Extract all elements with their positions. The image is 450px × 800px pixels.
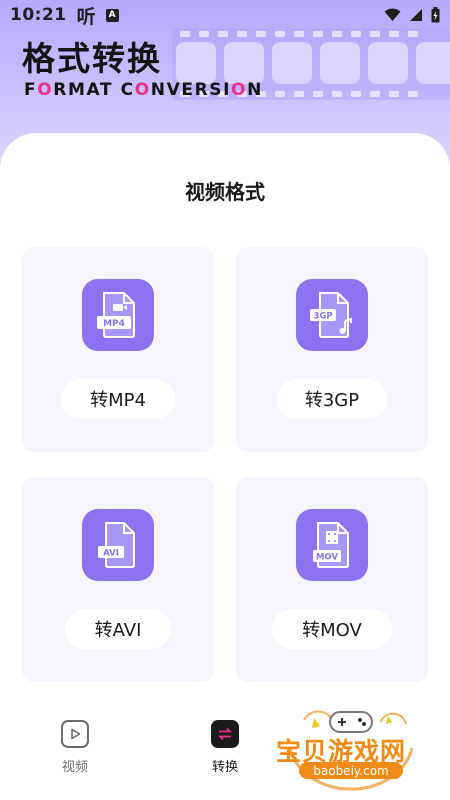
wifi-icon [384, 8, 401, 21]
film-holes-top [180, 31, 418, 37]
format-card-mov[interactable]: MOV 转MOV [236, 477, 428, 682]
play-icon [61, 720, 89, 748]
mov-file-icon: MOV [296, 509, 368, 581]
ting-icon: 听 [76, 5, 96, 28]
page-subtitle: FORMAT CONVERSION [24, 80, 263, 100]
signal-icon [410, 9, 422, 21]
svg-text:3GP: 3GP [313, 312, 332, 322]
mp4-file-icon: MP4 [82, 279, 154, 351]
svg-text:AVI: AVI [103, 549, 119, 559]
battery-icon [431, 7, 440, 23]
convert-avi-button[interactable]: 转AVI [65, 609, 171, 649]
status-time: 10:21 [10, 5, 67, 25]
convert-3gp-button[interactable]: 转3GP [277, 379, 387, 419]
status-bar: 10:21 听 A [0, 0, 450, 30]
page-title: 格式转换 [22, 39, 162, 78]
status-right [384, 7, 440, 23]
film-frames [176, 42, 450, 84]
section-title: 视频格式 [185, 180, 265, 204]
convert-mov-button[interactable]: 转MOV [272, 609, 392, 649]
watermark-url: baobeiy.com [299, 762, 403, 779]
watermark-logo: 宝贝游戏网 baobeiy.com [272, 700, 432, 792]
svg-text:MOV: MOV [316, 553, 338, 563]
nav-label-video: 视频 [61, 760, 88, 775]
format-card-3gp[interactable]: 3GP 转3GP [236, 247, 428, 452]
avi-file-icon: AVI [82, 509, 154, 581]
nav-label-convert: 转换 [211, 760, 238, 775]
format-card-avi[interactable]: AVI 转AVI [22, 477, 214, 682]
a-badge-icon: A [105, 8, 119, 22]
format-card-mp4[interactable]: MP4 转MP4 [22, 247, 214, 452]
3gp-file-icon: 3GP [296, 279, 368, 351]
convert-icon [211, 720, 239, 748]
nav-item-video[interactable]: 视频 [45, 720, 105, 775]
nav-item-convert[interactable]: 转换 [195, 720, 255, 775]
svg-text:MP4: MP4 [103, 319, 125, 329]
convert-mp4-button[interactable]: 转MP4 [61, 379, 175, 419]
